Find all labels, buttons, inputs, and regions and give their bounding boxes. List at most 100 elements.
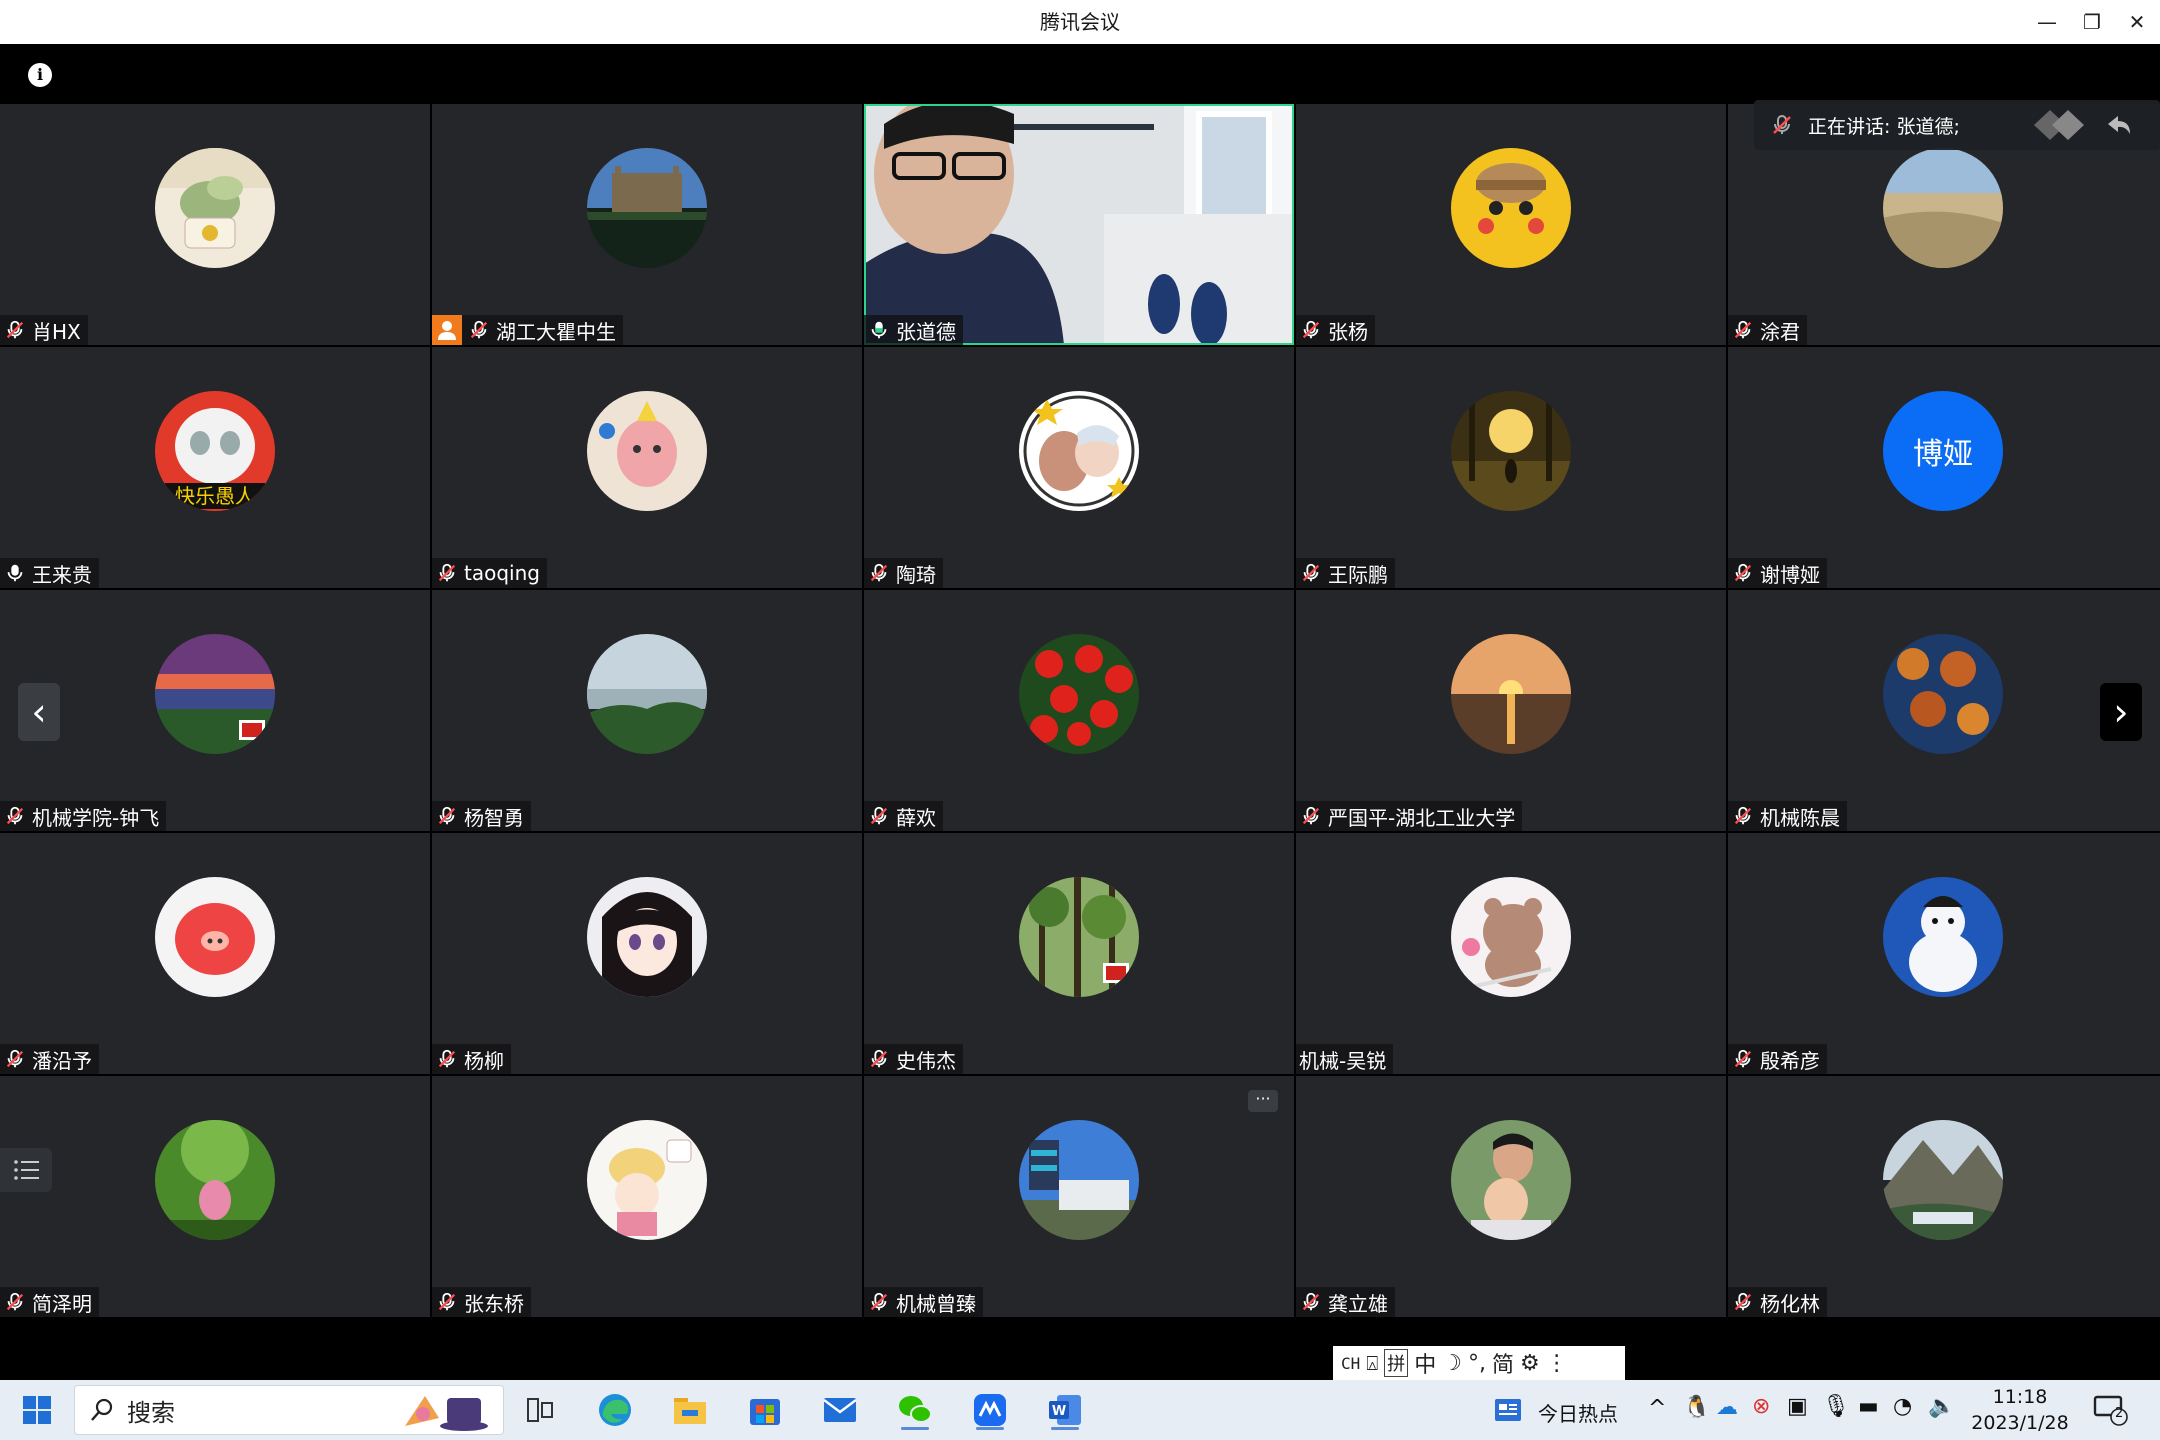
participant-name: 杨柳 [464,1048,504,1073]
participant-tile[interactable]: ··· 机械曾臻 [864,1076,1294,1317]
store-button[interactable] [742,1388,788,1432]
clock-time: 11:18 [1992,1386,2048,1408]
battery-tray-icon[interactable]: ▬ [1858,1394,1879,1419]
ime-mode[interactable]: 拼 [1384,1349,1409,1377]
participant-tile[interactable]: 湖工大瞿中生 [432,104,862,345]
mic-muted-icon [1734,1292,1752,1311]
microphone-tray-icon[interactable]: 🎙 [1822,1394,1850,1419]
wifi-tray-icon[interactable]: ◔ [1893,1394,1912,1419]
edge-browser-button[interactable] [592,1388,638,1432]
avatar [1451,148,1571,268]
ime-logo-icon[interactable]: ⍓ [1366,1351,1378,1375]
news-widget-button[interactable] [1485,1388,1531,1432]
word-icon: W [1049,1395,1081,1425]
participant-name-tag: taoqing [432,558,547,588]
mic-muted-icon [1734,1049,1752,1068]
onedrive-tray-icon[interactable]: ☁ [1716,1395,1738,1420]
volume-tray-icon[interactable]: 🔈 [1928,1394,1955,1419]
file-explorer-button[interactable] [667,1388,713,1432]
video-feed [864,104,1294,345]
mic-muted-icon [1302,563,1320,582]
avatar [587,1120,707,1240]
mic-muted-icon [1302,806,1320,825]
participant-tile[interactable]: taoqing [432,347,862,588]
qq-tray-icon[interactable]: 🐧 [1683,1395,1710,1420]
participant-name: 涂君 [1760,319,1800,344]
news-widget-label[interactable]: 今日热点 [1538,1398,1618,1427]
task-view-button[interactable] [517,1388,563,1432]
participant-name: 王来贵 [32,562,92,587]
participant-name-tag: 杨柳 [432,1044,511,1074]
avatar [587,634,707,754]
participant-tile[interactable]: 王际鹏 [1296,347,1726,588]
avatar [1451,634,1571,754]
participant-tile[interactable]: 简泽明 [0,1076,430,1317]
participant-tile[interactable]: 张东桥 [432,1076,862,1317]
participant-name: 机械学院-钟飞 [32,805,160,830]
ime-settings-icon[interactable]: ⚙ [1520,1351,1540,1376]
participant-tile[interactable]: 机械学院-钟飞 [0,590,430,831]
participant-tile[interactable]: 薛欢 [864,590,1294,831]
next-page-button[interactable]: › [2100,683,2142,741]
tencent-meeting-button[interactable] [967,1388,1013,1432]
taskbar-search[interactable]: 搜索 [74,1385,504,1435]
word-button[interactable]: W [1042,1388,1088,1432]
participant-tile[interactable]: 肖HX [0,104,430,345]
mail-button[interactable] [817,1388,863,1432]
participant-name-tag: 龚立雄 [1296,1287,1395,1317]
current-speaker-banner: 正在讲话: 张道德; [1754,100,2160,150]
participant-tile[interactable]: 杨化林 [1728,1076,2160,1317]
ime-punctuation-icon[interactable]: °, [1468,1351,1486,1376]
search-placeholder: 搜索 [127,1398,175,1427]
avatar [1883,634,2003,754]
display-tray-icon[interactable]: ▣ [1787,1394,1808,1419]
svg-text:W: W [1052,1404,1066,1419]
info-icon[interactable]: i [28,63,52,87]
avatar [155,634,275,754]
more-options-button[interactable]: ··· [1248,1090,1278,1112]
running-indicator [1051,1427,1079,1430]
avatar [1451,391,1571,511]
participant-name: 杨化林 [1760,1291,1820,1316]
participant-tile[interactable]: 殷希彦 [1728,833,2160,1074]
ime-language[interactable]: CH [1341,1354,1360,1373]
mic-muted-icon [1734,563,1752,582]
security-tray-icon[interactable]: ⊗ [1752,1394,1770,1419]
participant-tile[interactable]: 机械陈晨 [1728,590,2160,831]
participant-tile[interactable]: 机械-吴锐 [1296,833,1726,1074]
notification-center-button[interactable]: 2 [2088,1388,2134,1432]
collapse-banner-icon[interactable] [2104,110,2134,140]
meeting-bottom-bar [0,1319,2160,1380]
close-button[interactable]: ✕ [2115,0,2159,44]
previous-page-button[interactable]: ‹ [18,683,60,741]
wechat-button[interactable] [892,1388,938,1432]
ime-simplified-toggle[interactable]: 简 [1492,1347,1514,1379]
avatar [1019,634,1139,754]
participant-tile[interactable]: 龚立雄 [1296,1076,1726,1317]
taskbar-clock[interactable]: 11:18 2023/1/28 [1960,1384,2080,1436]
participant-tile[interactable]: 潘沿予 [0,833,430,1074]
mic-muted-icon [1302,1292,1320,1311]
participant-tile[interactable]: 杨智勇 [432,590,862,831]
meeting-top-bar: i [0,44,2160,104]
folder-icon [674,1398,706,1424]
participant-tile[interactable]: 杨柳 [432,833,862,1074]
participant-tile[interactable]: 陶琦 [864,347,1294,588]
ime-chinese-toggle[interactable]: 中 [1414,1347,1436,1379]
participant-tile[interactable]: 博娅 谢博娅 [1728,347,2160,588]
mic-muted-icon [6,1049,24,1068]
participant-list-button[interactable] [0,1148,52,1192]
minimize-button[interactable]: — [2025,0,2069,44]
ime-more-icon[interactable]: ⋮ [1546,1351,1568,1376]
participant-tile[interactable]: 史伟杰 [864,833,1294,1074]
show-hidden-icons-button[interactable]: ^ [1648,1396,1666,1421]
participant-tile[interactable]: 张杨 [1296,104,1726,345]
participant-tile[interactable]: 快乐愚人 王来贵 [0,347,430,588]
ime-moon-icon[interactable]: ☽ [1442,1351,1462,1376]
avatar: 博娅 [1883,391,2003,511]
participant-video-tile[interactable]: 张道德 [864,104,1294,345]
restore-button[interactable]: ❐ [2070,0,2114,44]
avatar [1451,1120,1571,1240]
start-button[interactable] [14,1388,60,1432]
participant-tile[interactable]: 严国平-湖北工业大学 [1296,590,1726,831]
